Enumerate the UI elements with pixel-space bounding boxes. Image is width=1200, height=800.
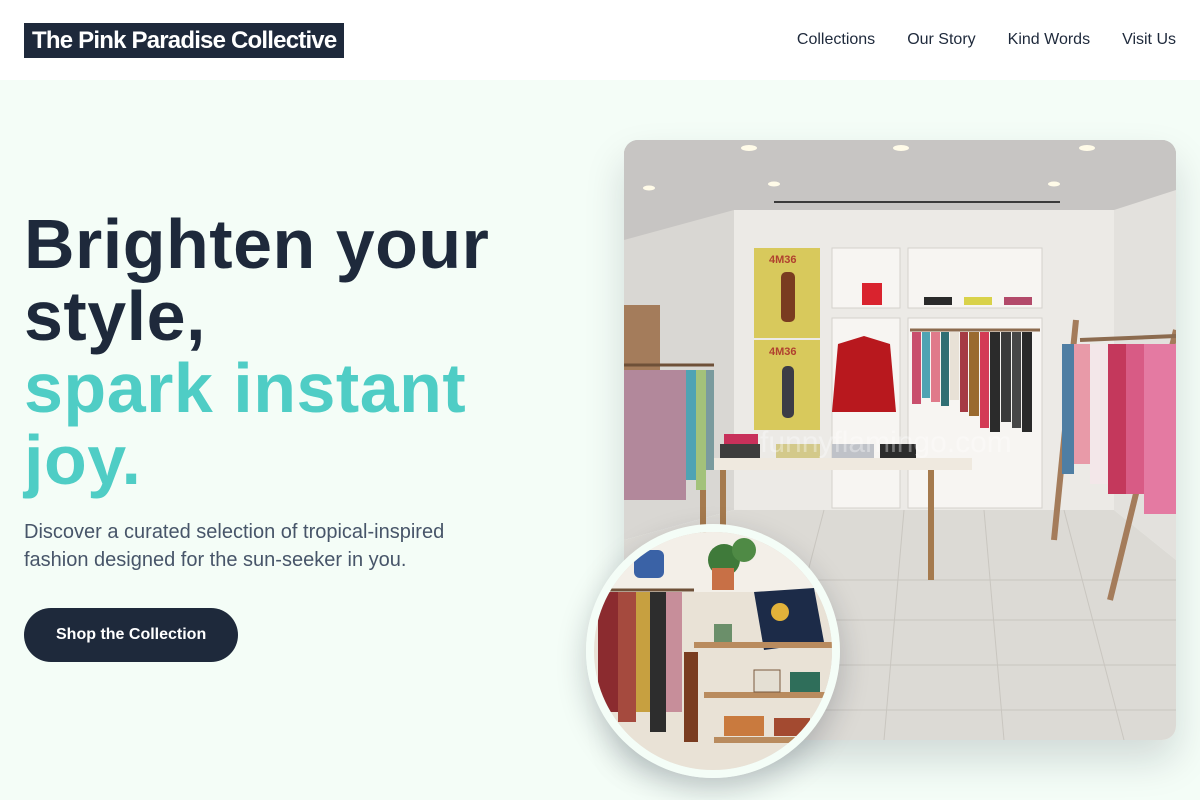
boutique-detail-illustration [594, 532, 832, 770]
headline-line-2: style, [24, 277, 206, 355]
nav-link-our-story[interactable]: Our Story [907, 31, 975, 49]
hero-subtitle: Discover a curated selection of tropical… [24, 521, 445, 571]
nav-link-visit-us[interactable]: Visit Us [1122, 31, 1176, 49]
headline-accent-line-2: joy. [24, 421, 142, 499]
nav-link-kind-words[interactable]: Kind Words [1008, 31, 1090, 49]
poster-text-bottom: 4M36 [769, 346, 797, 358]
site-header: The Pink Paradise Collective Collections… [0, 0, 1200, 80]
boutique-detail-image [586, 524, 840, 778]
shop-collection-button[interactable]: Shop the Collection [24, 608, 239, 662]
hero-headline: Brighten your style, spark instant joy. [24, 208, 544, 496]
main-nav: Collections Our Story Kind Words Visit U… [797, 31, 1176, 49]
image-watermark: funnyflamingo.com [760, 426, 1012, 459]
headline-accent-line-1: spark instant [24, 349, 467, 427]
headline-line-1: Brighten your [24, 205, 490, 283]
nav-link-collections[interactable]: Collections [797, 31, 875, 49]
poster-text-top: 4M36 [769, 254, 797, 266]
hero-section: Brighten your style, spark instant joy. … [24, 208, 544, 662]
brand-logo[interactable]: The Pink Paradise Collective [24, 22, 345, 58]
